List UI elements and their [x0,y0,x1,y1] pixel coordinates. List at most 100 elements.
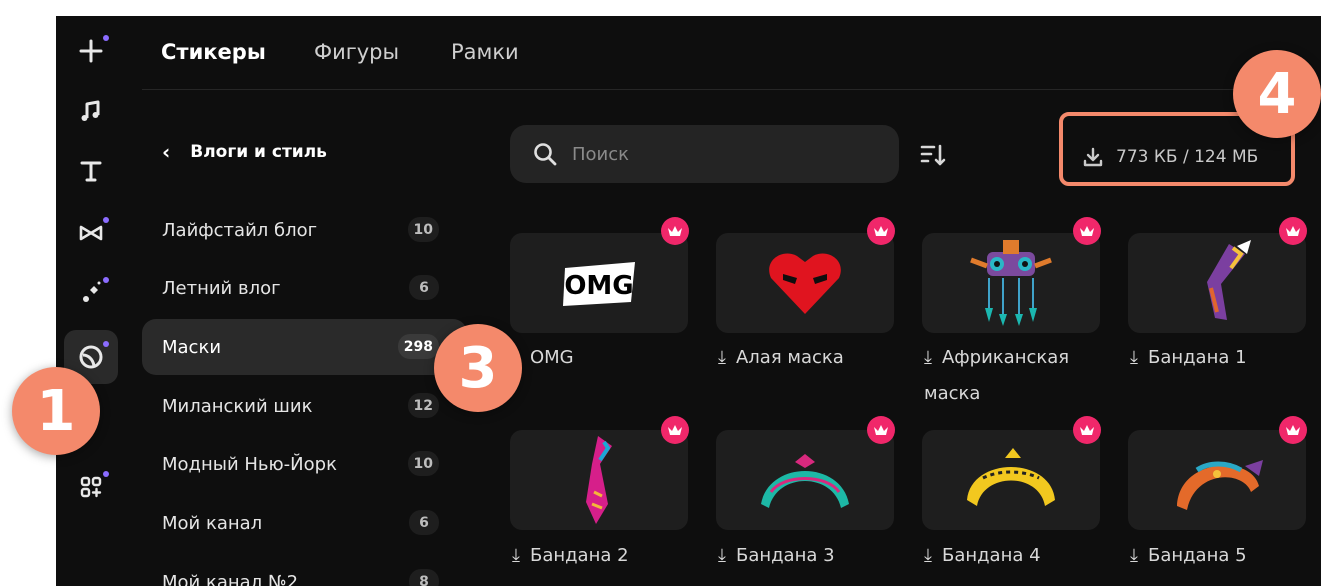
sticker-name: Бандана 2 [529,545,629,566]
search-icon [534,143,557,166]
tab-bar: Стикеры Фигуры Рамки [142,16,1321,90]
premium-badge [1073,416,1101,444]
category-label: Маски [162,336,222,358]
category-label: Лайфстайл блог [162,219,318,241]
sticker-thumb-bandana-2[interactable] [510,430,688,530]
crown-icon [874,226,888,236]
sticker-thumb-bandana-5[interactable] [1128,430,1306,530]
premium-badge [661,416,689,444]
bandana-4-icon [967,448,1055,506]
premium-badge [661,217,689,245]
sticker-thumb-red-mask[interactable] [716,233,894,333]
text-button[interactable] [64,144,118,198]
category-label: Мой канал [162,512,263,534]
crown-icon [1080,226,1094,236]
sticker-thumb-bandana-4[interactable] [922,430,1100,530]
sticker-label: ⤓ Бандана 2 [512,538,702,574]
category-item[interactable]: Мой канал №2 8 [142,554,467,586]
download-icon: ⤓ [1130,347,1138,368]
more-apps-icon [80,476,102,498]
sticker-label: ⤓ Африканская маска [924,340,1114,412]
plus-icon [79,39,103,63]
sticker-name: OMG [529,347,574,368]
category-count: 12 [407,393,439,418]
crown-icon [1286,226,1300,236]
download-icon: ⤓ [924,545,932,566]
category-item[interactable]: Лайфстайл блог 10 [142,202,467,258]
transitions-button[interactable] [64,206,118,260]
download-icon: ⤓ [718,545,726,566]
crown-icon [668,226,682,236]
transitions-icon [79,225,103,241]
search-box [510,125,899,183]
sticker-label: ⤓ Бандана 4 [924,538,1114,574]
stickers-panel: Стикеры Фигуры Рамки ‹ Влоги и стиль Лай… [56,16,1321,586]
category-count: 10 [407,451,439,476]
step-badge-3: 3 [434,324,522,412]
effects-icon [83,281,101,302]
category-label: Мой канал №2 [162,571,299,586]
collection-title: Влоги и стиль [190,142,327,162]
music-icon [81,100,100,121]
sticker-thumb-african-mask[interactable] [922,233,1100,333]
bandana-3-icon [761,454,849,508]
category-count: 10 [407,217,439,242]
download-icon: ⤓ [924,347,932,368]
sticker-label: ⤓ Алая маска [718,340,908,376]
download-icon: ⤓ [718,347,726,368]
music-button[interactable] [64,84,118,138]
text-icon [80,161,102,182]
new-dot [103,471,109,477]
chevron-left-icon: ‹ [162,140,171,164]
more-apps-button[interactable] [64,460,118,514]
sort-icon[interactable] [918,140,948,170]
category-item[interactable]: Миланский шик 12 [142,378,467,434]
sticker-label: ⤓ Бандана 5 [1130,538,1320,574]
tab-frames[interactable]: Рамки [451,40,519,64]
category-count: 8 [409,569,439,586]
category-item[interactable]: Мой канал 6 [142,495,467,551]
add-media-button[interactable] [64,24,118,78]
tab-stickers[interactable]: Стикеры [161,40,266,64]
sticker-label: ⤓OMG [512,340,702,376]
stickers-icon [79,345,103,369]
new-dot [103,277,109,283]
new-dot [103,341,109,347]
category-count: 298 [397,334,439,359]
crown-icon [1080,425,1094,435]
premium-badge [867,217,895,245]
category-item-masks[interactable]: Маски 298 [142,319,467,375]
omg-sticker-icon: OMG [563,262,635,306]
bandana-1-icon [1207,240,1251,320]
sticker-name: Бандана 5 [1147,545,1247,566]
sticker-name: Африканская маска [924,347,1070,404]
category-item[interactable]: Модный Нью-Йорк 10 [142,436,467,492]
left-toolbar [56,16,142,586]
sticker-name: Бандана 4 [941,545,1041,566]
tab-shapes[interactable]: Фигуры [314,40,399,64]
bandana-2-icon [586,436,612,524]
search-input[interactable] [572,143,872,165]
category-item[interactable]: Летний влог 6 [142,260,467,316]
sticker-name: Бандана 3 [735,545,835,566]
crown-icon [874,425,888,435]
crown-icon [668,425,682,435]
effects-button[interactable] [64,266,118,320]
category-label: Летний влог [162,277,281,299]
back-to-collections-button[interactable]: ‹ Влоги и стиль [162,140,327,164]
premium-badge [1073,217,1101,245]
sticker-thumb-omg[interactable]: OMG [510,233,688,333]
new-dot [103,217,109,223]
bandana-5-icon [1177,460,1263,510]
category-label: Модный Нью-Йорк [162,453,337,475]
african-mask-icon [970,240,1052,326]
download-icon: ⤓ [1130,545,1138,566]
category-count: 6 [409,510,439,535]
crown-icon [1286,425,1300,435]
sticker-thumb-bandana-1[interactable] [1128,233,1306,333]
download-icon: ⤓ [512,545,520,566]
sticker-thumb-bandana-3[interactable] [716,430,894,530]
sticker-name: Бандана 1 [1147,347,1247,368]
premium-badge [1279,416,1307,444]
new-dot [103,35,109,41]
